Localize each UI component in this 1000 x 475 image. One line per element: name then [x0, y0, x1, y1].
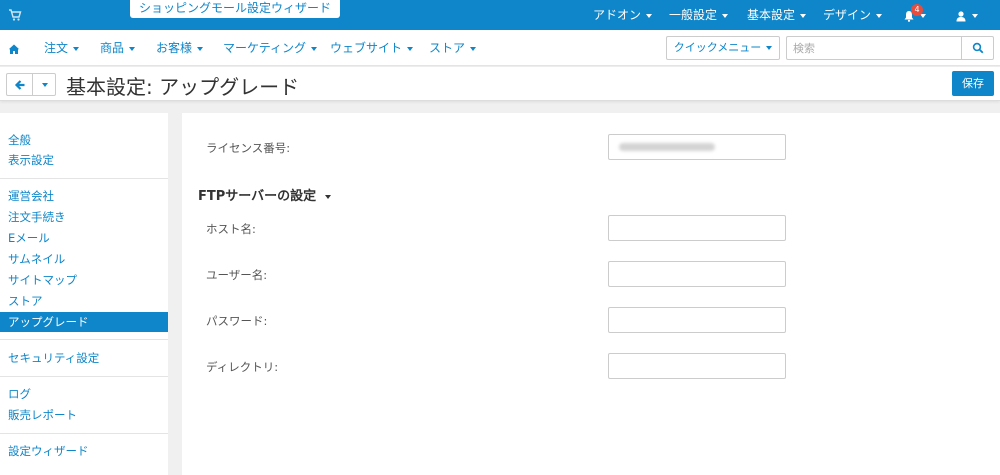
- user-icon: [956, 10, 966, 21]
- nav-marketing[interactable]: マーケティング: [223, 30, 318, 66]
- sidebar-item-display-settings[interactable]: 表示設定: [0, 150, 168, 170]
- chevron-down-icon: [646, 13, 653, 18]
- nav-website[interactable]: ウェブサイト: [330, 30, 414, 66]
- arrow-left-icon: [14, 80, 25, 90]
- history-dropdown-button[interactable]: [32, 73, 56, 96]
- upgrade-settings-form: ライセンス番号: FTPサーバーの設定 ホスト名: ユーザー名: パスワード: …: [182, 113, 1000, 475]
- sidebar-divider: [0, 178, 168, 179]
- sidebar-item-setup-wizard[interactable]: 設定ウィザード: [0, 441, 168, 461]
- user-menu[interactable]: [955, 0, 978, 30]
- search-button[interactable]: [961, 36, 994, 60]
- search-icon: [972, 42, 984, 54]
- chevron-down-icon: [197, 46, 204, 51]
- setup-wizard-button[interactable]: ショッピングモール設定ウィザード: [130, 0, 341, 18]
- chevron-down-icon: [42, 83, 48, 87]
- quick-menu-label: クイックメニュー: [673, 41, 762, 54]
- sidebar-item-sales-reports[interactable]: 販売レポート: [0, 405, 168, 425]
- nav-customers[interactable]: お客様: [156, 30, 204, 66]
- sidebar-divider: [0, 376, 168, 377]
- design-menu-label: デザイン: [823, 8, 872, 22]
- nav-orders[interactable]: 注文: [44, 30, 80, 66]
- general-settings-menu[interactable]: 一般設定: [669, 0, 729, 30]
- chevron-down-icon: [407, 46, 414, 51]
- password-label: パスワード:: [206, 314, 268, 328]
- license-number-label: ライセンス番号:: [206, 141, 291, 155]
- host-name-label: ホスト名:: [206, 222, 256, 236]
- nav-store-label: ストア: [429, 41, 466, 55]
- back-button[interactable]: [6, 73, 33, 96]
- sidebar-item-company[interactable]: 運営会社: [0, 186, 168, 206]
- basic-settings-menu[interactable]: 基本設定: [747, 0, 807, 30]
- chevron-down-icon: [129, 46, 136, 51]
- sidebar-item-store[interactable]: ストア: [0, 291, 168, 311]
- host-name-field[interactable]: [608, 215, 786, 241]
- sidebar-item-sitemap[interactable]: サイトマップ: [0, 270, 168, 290]
- ftp-settings-toggle[interactable]: FTPサーバーの設定: [198, 185, 332, 204]
- nav-products-label: 商品: [100, 41, 125, 55]
- top-bar: ショッピングモール設定ウィザード アドオン 一般設定 基本設定 デザイン 4: [0, 0, 1000, 30]
- sidebar-item-checkout[interactable]: 注文手続き: [0, 207, 168, 227]
- nav-marketing-label: マーケティング: [223, 41, 307, 55]
- chevron-down-icon: [470, 46, 477, 51]
- page-title: 基本設定: アップグレード: [66, 75, 300, 99]
- addons-menu[interactable]: アドオン: [593, 0, 653, 30]
- directory-field[interactable]: [608, 353, 786, 379]
- chevron-down-icon: [311, 46, 318, 51]
- username-label: ユーザー名:: [206, 268, 268, 282]
- sidebar-item-logs[interactable]: ログ: [0, 384, 168, 404]
- license-number-value: [619, 143, 715, 151]
- basic-settings-menu-label: 基本設定: [747, 8, 796, 22]
- nav-customers-label: お客様: [156, 41, 193, 55]
- sidebar-item-upgrade[interactable]: アップグレード: [0, 312, 168, 332]
- directory-label: ディレクトリ:: [206, 360, 279, 374]
- license-number-field[interactable]: [608, 134, 786, 160]
- username-field[interactable]: [608, 261, 786, 287]
- chevron-down-icon: [73, 46, 80, 51]
- nav-store[interactable]: ストア: [429, 30, 477, 66]
- chevron-down-icon: [876, 13, 883, 18]
- quick-menu-button[interactable]: クイックメニュー: [666, 36, 780, 60]
- chevron-down-icon: [325, 194, 332, 199]
- cart-icon[interactable]: [8, 8, 22, 22]
- home-link[interactable]: [8, 30, 20, 66]
- notification-count-badge: 4: [911, 4, 923, 16]
- chevron-down-icon: [972, 13, 978, 18]
- sidebar-divider: [0, 433, 168, 434]
- chevron-down-icon: [800, 13, 807, 18]
- chevron-down-icon: [766, 46, 773, 50]
- password-field[interactable]: [608, 307, 786, 333]
- main-navigation: 注文 商品 お客様 マーケティング ウェブサイト ストア クイックメニュー: [0, 30, 1000, 66]
- general-settings-menu-label: 一般設定: [669, 8, 718, 22]
- nav-products[interactable]: 商品: [100, 30, 136, 66]
- design-menu[interactable]: デザイン: [823, 0, 883, 30]
- settings-sidebar: 全般 表示設定 運営会社 注文手続き Eメール サムネイル サイトマップ ストア…: [0, 113, 168, 475]
- page-header: 基本設定: アップグレード 保存: [0, 67, 1000, 101]
- chevron-down-icon: [722, 13, 729, 18]
- sidebar-item-email[interactable]: Eメール: [0, 228, 168, 248]
- addons-menu-label: アドオン: [593, 8, 642, 22]
- sidebar-item-security[interactable]: セキュリティ設定: [0, 348, 168, 368]
- sidebar-item-thumbnails[interactable]: サムネイル: [0, 249, 168, 269]
- home-icon: [8, 44, 20, 54]
- sidebar-divider: [0, 339, 168, 340]
- nav-website-label: ウェブサイト: [330, 41, 403, 55]
- search-input[interactable]: [786, 36, 962, 60]
- sidebar-item-general[interactable]: 全般: [0, 130, 168, 150]
- save-button[interactable]: 保存: [952, 71, 994, 96]
- ftp-section-title: FTPサーバーの設定: [198, 189, 317, 204]
- nav-orders-label: 注文: [44, 41, 69, 55]
